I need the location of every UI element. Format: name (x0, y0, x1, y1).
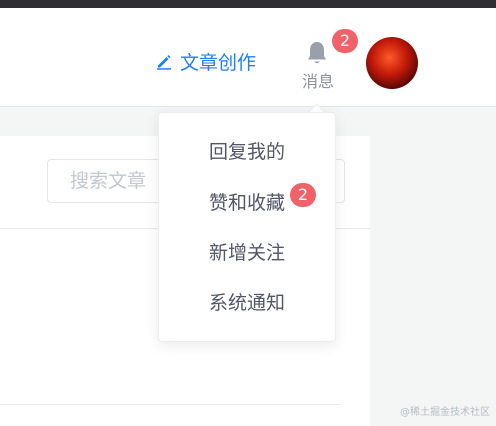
bell-icon (308, 42, 326, 64)
likes-favorites-badge: 2 (290, 183, 316, 207)
watermark: @稀土掘金技术社区 (400, 407, 490, 418)
notifications-label: 消息 (301, 72, 334, 91)
avatar[interactable] (366, 37, 418, 89)
notifications-dropdown: 回复我的 赞和收藏 新增关注 系统通知 (158, 112, 336, 342)
top-window-strip (0, 0, 496, 8)
menu-item-new-followers[interactable]: 新增关注 (159, 235, 335, 271)
write-article-label: 文章创作 (180, 51, 257, 74)
write-article-link[interactable]: 文章创作 (155, 46, 256, 76)
menu-item-replies[interactable]: 回复我的 (159, 134, 335, 170)
content-bottom-divider (0, 404, 340, 405)
notifications-badge: 2 (332, 29, 358, 53)
menu-item-system-notices[interactable]: 系统通知 (159, 285, 335, 321)
pencil-icon (157, 55, 171, 70)
